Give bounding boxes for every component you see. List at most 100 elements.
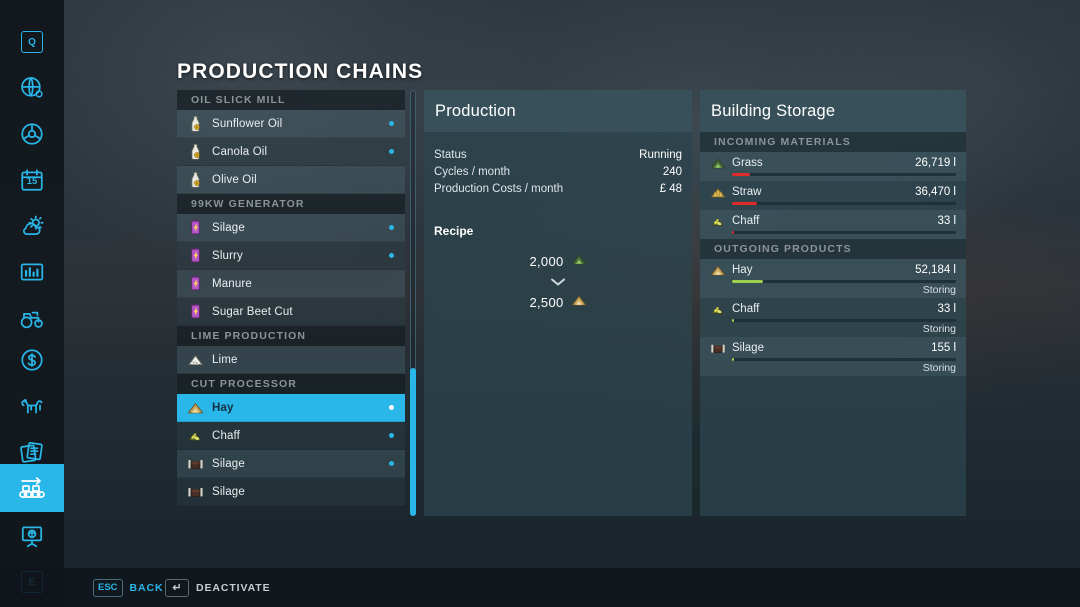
esc-key: ESC: [93, 578, 123, 597]
list-item-slurry[interactable]: Slurry: [177, 242, 405, 270]
status-dot: [389, 433, 394, 438]
rail-item-vehicles[interactable]: [0, 110, 64, 158]
rail-item-calendar[interactable]: 15: [0, 156, 64, 204]
storage-row-chaff[interactable]: Chaff 33 l Storing: [700, 298, 966, 337]
status-dot: [389, 121, 394, 126]
list-item-label: Hay: [212, 401, 234, 414]
battery-icon: [187, 275, 204, 292]
building-storage-panel: Building Storage INCOMING MATERIALS Grass…: [700, 90, 966, 516]
rail-item-finances[interactable]: [0, 336, 64, 384]
key-q-icon: Q: [21, 31, 43, 53]
storage-row-hay[interactable]: Hay 52,184 l Storing: [700, 259, 966, 298]
stat-row: Production Costs / month £ 48: [424, 180, 692, 197]
storage-section-header: INCOMING MATERIALS: [700, 132, 966, 152]
silage-bale-icon: [187, 483, 204, 500]
calendar-icon: 15: [19, 167, 45, 193]
conveyor-icon: [17, 473, 47, 503]
production-panel: Production Status Running Cycles / month 24…: [424, 90, 692, 516]
hay-icon: [710, 262, 726, 278]
storage-row-name: Silage: [732, 342, 764, 354]
list-item-sunflower-oil[interactable]: Sunflower Oil: [177, 110, 405, 138]
list-item-olive-oil[interactable]: Olive Oil: [177, 166, 405, 194]
chaff-icon: [710, 301, 726, 317]
storage-row-name: Grass: [732, 157, 763, 169]
stat-value: £ 48: [659, 182, 682, 195]
dollar-icon: [19, 347, 45, 373]
storage-row-silage[interactable]: Silage 155 l Storing: [700, 337, 966, 376]
battery-icon: [187, 247, 204, 264]
sidebar-rail: Q15E: [0, 0, 64, 607]
rail-item-weather[interactable]: [0, 202, 64, 250]
stat-label: Cycles / month: [434, 165, 511, 178]
list-item-label: Silage: [212, 221, 245, 234]
rail-item-production-chains[interactable]: [0, 464, 64, 512]
list-item-hay[interactable]: Hay: [177, 394, 405, 422]
rail-item-statistics[interactable]: [0, 248, 64, 296]
storage-section-header: OUTGOING PRODUCTS: [700, 239, 966, 259]
storage-row-chaff[interactable]: Chaff 33 l: [700, 210, 966, 239]
rail-item-animals[interactable]: [0, 382, 64, 430]
list-item-silage[interactable]: Silage: [177, 450, 405, 478]
recipe-output-amount: 2,500: [529, 295, 564, 310]
list-item-chaff[interactable]: Chaff: [177, 422, 405, 450]
hay-icon: [570, 292, 587, 313]
silage-bale-icon: [710, 340, 726, 356]
hint-label: DEACTIVATE: [196, 581, 271, 594]
storage-fill-bar: [732, 319, 956, 322]
storage-row-top: Chaff 33 l: [710, 213, 956, 229]
list-scrollbar-thumb[interactable]: [410, 368, 416, 516]
status-dot: [389, 405, 394, 410]
list-item-silage[interactable]: Silage: [177, 214, 405, 242]
hint-back[interactable]: ESC BACK: [93, 578, 164, 597]
storage-fill-bar: [732, 173, 956, 176]
weather-icon: [19, 213, 45, 239]
storage-row-grass[interactable]: Grass 26,719 l: [700, 152, 966, 181]
list-item-manure[interactable]: Manure: [177, 270, 405, 298]
stat-row: Cycles / month 240: [424, 163, 692, 180]
stat-label: Production Costs / month: [434, 182, 564, 195]
chevron-down-icon: [424, 277, 692, 287]
rail-item-quickmenu-key[interactable]: Q: [0, 18, 64, 66]
chaff-icon: [710, 213, 726, 229]
list-item-lime[interactable]: Lime: [177, 346, 405, 374]
rail-item-map-overview[interactable]: [0, 64, 64, 112]
list-item-label: Silage: [212, 485, 245, 498]
storage-row-name: Straw: [732, 186, 762, 198]
page-title: PRODUCTION CHAINS: [177, 60, 424, 83]
oil-bottle-icon: [187, 171, 204, 188]
storage-row-amount: 155 l: [931, 342, 956, 354]
production-list[interactable]: OIL SLICK MILL Sunflower Oil Canola Oil Oli…: [177, 90, 405, 516]
list-item-sugar-beet-cut[interactable]: Sugar Beet Cut: [177, 298, 405, 326]
storage-row-top: Hay 52,184 l: [710, 262, 956, 278]
list-item-canola-oil[interactable]: Canola Oil: [177, 138, 405, 166]
storage-row-state: Storing: [922, 362, 956, 374]
stat-label: Status: [434, 148, 467, 161]
storage-fill-bar: [732, 231, 956, 234]
hay-pile-icon: [187, 399, 204, 416]
hint-label: BACK: [129, 581, 164, 594]
list-item-label: Silage: [212, 457, 245, 470]
enter-key: ↵: [165, 578, 189, 597]
status-dot: [389, 149, 394, 154]
storage-row-straw[interactable]: Straw 36,470 l: [700, 181, 966, 210]
list-item-label: Lime: [212, 353, 238, 366]
chart-icon: [19, 259, 45, 285]
list-item-label: Chaff: [212, 429, 241, 442]
lime-pile-icon: [187, 351, 204, 368]
hint-deactivate[interactable]: ↵ DEACTIVATE: [165, 578, 271, 597]
oil-bottle-icon: [187, 115, 204, 132]
list-item-silage[interactable]: Silage: [177, 478, 405, 506]
status-dot: [389, 253, 394, 258]
storage-row-amount: 33 l: [937, 215, 956, 227]
chaff-icon: [187, 427, 204, 444]
storage-row-top: Silage 155 l: [710, 340, 956, 356]
grass-icon: [570, 251, 587, 272]
production-stats: Status Running Cycles / month 240 Production…: [424, 146, 692, 197]
recipe-label: Recipe: [434, 224, 474, 238]
rail-item-info-board[interactable]: [0, 512, 64, 560]
recipe-output: 2,500: [424, 292, 692, 313]
stat-row: Status Running: [424, 146, 692, 163]
storage-row-amount: 26,719 l: [915, 157, 956, 169]
rail-item-machinery[interactable]: [0, 294, 64, 342]
storage-row-name: Chaff: [732, 215, 760, 227]
